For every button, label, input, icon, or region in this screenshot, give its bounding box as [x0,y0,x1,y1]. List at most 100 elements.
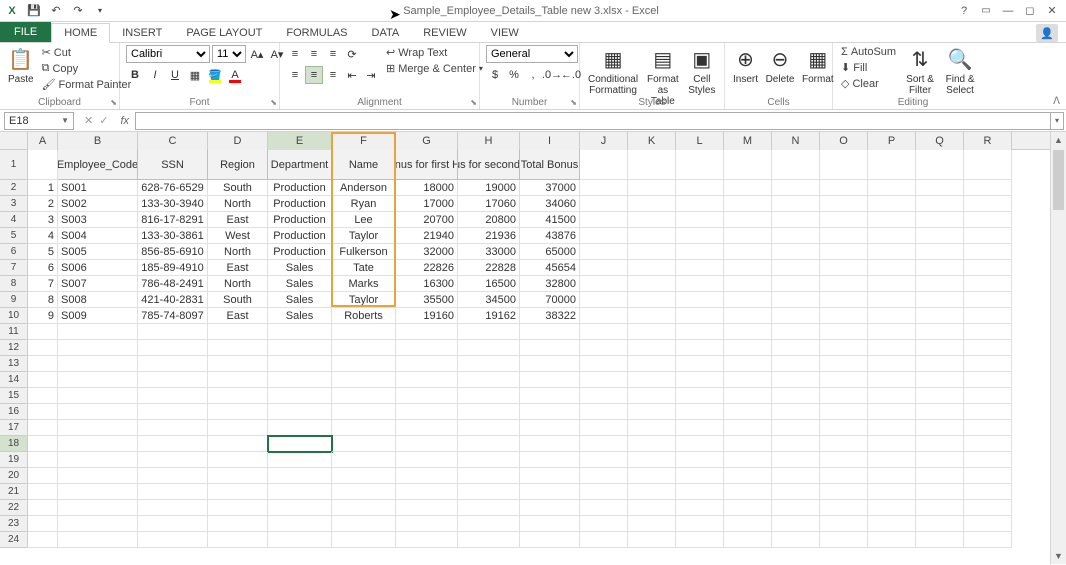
cell[interactable] [676,500,724,516]
cell[interactable] [964,340,1012,356]
cell[interactable] [820,228,868,244]
cell[interactable]: 1 [28,180,58,196]
cell[interactable]: 22826 [396,260,458,276]
cell[interactable]: 16500 [458,276,520,292]
cell[interactable] [396,420,458,436]
cell[interactable]: 17000 [396,196,458,212]
cell[interactable] [820,532,868,548]
dialog-launcher-icon[interactable]: ⬊ [470,98,477,107]
cell[interactable] [628,228,676,244]
cell[interactable]: Region [208,150,268,180]
cell[interactable] [676,372,724,388]
cell[interactable] [268,420,332,436]
row-header[interactable]: 21 [0,484,28,500]
cell[interactable]: 816-17-8291 [138,212,208,228]
cell[interactable] [520,468,580,484]
cell[interactable]: 19160 [396,308,458,324]
cell[interactable] [268,468,332,484]
cell[interactable] [138,516,208,532]
cell[interactable] [628,180,676,196]
cell[interactable] [268,340,332,356]
cell[interactable] [628,452,676,468]
cell[interactable] [208,404,268,420]
cell[interactable] [676,436,724,452]
cell[interactable] [458,356,520,372]
cell[interactable] [724,244,772,260]
cell[interactable] [58,372,138,388]
cell[interactable] [916,420,964,436]
font-color-button[interactable]: A [226,66,244,84]
cell[interactable] [724,436,772,452]
cell[interactable] [268,500,332,516]
cell[interactable] [964,500,1012,516]
scroll-thumb[interactable] [1053,150,1064,210]
align-middle-icon[interactable]: ≡ [305,45,323,63]
undo-icon[interactable]: ↶ [48,3,64,19]
cell[interactable] [458,452,520,468]
cell[interactable] [868,308,916,324]
cell[interactable]: East [208,212,268,228]
cell[interactable] [820,244,868,260]
cell[interactable] [138,532,208,548]
cell[interactable] [28,388,58,404]
cell[interactable] [458,484,520,500]
cell[interactable]: 785-74-8097 [138,308,208,324]
cell[interactable] [868,228,916,244]
cell[interactable] [772,500,820,516]
cell[interactable] [268,356,332,372]
cell[interactable]: Production [268,180,332,196]
cell[interactable] [724,516,772,532]
cell[interactable] [820,484,868,500]
cell[interactable] [772,212,820,228]
insert-cells-button[interactable]: ⊕Insert [731,45,760,87]
cell[interactable] [916,244,964,260]
cell[interactable]: S005 [58,244,138,260]
font-size-select[interactable]: 11 [212,45,246,63]
cell[interactable]: South [208,292,268,308]
qat-customize-icon[interactable]: ▾ [92,3,108,19]
cell[interactable] [28,436,58,452]
cell[interactable]: Production [268,244,332,260]
cell[interactable] [676,356,724,372]
cell[interactable]: 70000 [520,292,580,308]
cell[interactable] [820,340,868,356]
cell[interactable] [628,276,676,292]
cell[interactable] [628,340,676,356]
cell[interactable] [868,150,916,180]
cell[interactable] [458,500,520,516]
cell[interactable] [520,516,580,532]
cell[interactable] [332,532,396,548]
cell[interactable] [138,340,208,356]
paste-button[interactable]: 📋 Paste [6,45,36,87]
cell[interactable]: Fulkerson [332,244,396,260]
cell[interactable] [868,244,916,260]
cell[interactable] [820,276,868,292]
cell[interactable] [580,420,628,436]
close-icon[interactable]: ✕ [1042,3,1062,19]
cell[interactable] [520,388,580,404]
cell[interactable] [868,196,916,212]
cell[interactable]: 4 [28,228,58,244]
cell[interactable] [628,356,676,372]
cell[interactable] [396,324,458,340]
column-header-D[interactable]: D [208,132,268,150]
cell[interactable] [458,468,520,484]
cell[interactable] [520,420,580,436]
row-header[interactable]: 9 [0,292,28,308]
cell[interactable]: 7 [28,276,58,292]
select-all-corner[interactable] [0,132,28,150]
cell[interactable] [332,452,396,468]
cell[interactable] [628,388,676,404]
cell[interactable] [268,484,332,500]
cell[interactable] [520,324,580,340]
cell[interactable] [332,388,396,404]
row-header[interactable]: 4 [0,212,28,228]
cell[interactable] [724,228,772,244]
cell[interactable]: 628-76-6529 [138,180,208,196]
row-header[interactable]: 24 [0,532,28,548]
cell[interactable] [724,452,772,468]
cell[interactable]: 22828 [458,260,520,276]
conditional-formatting-button[interactable]: ▦Conditional Formatting [586,45,640,98]
cell[interactable] [868,276,916,292]
cell[interactable] [28,468,58,484]
